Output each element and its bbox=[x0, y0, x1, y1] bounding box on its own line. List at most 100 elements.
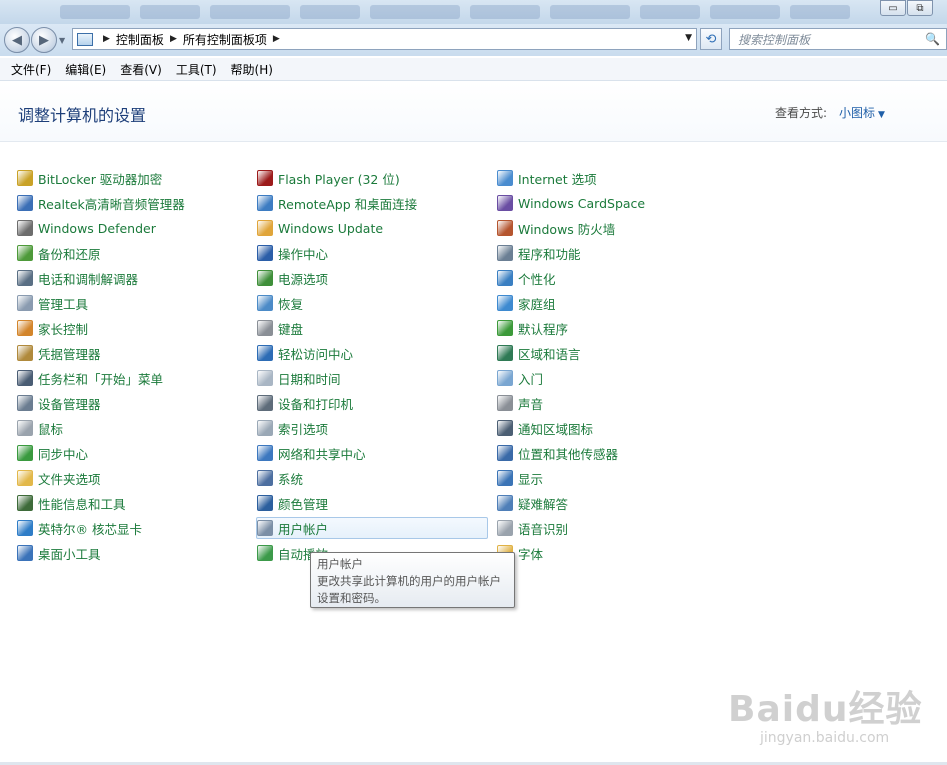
cp-item-flash-player[interactable]: Flash Player (32 位) bbox=[257, 167, 400, 189]
cp-item-indexing[interactable]: 索引选项 bbox=[257, 417, 328, 439]
sync-center-icon bbox=[17, 445, 33, 461]
ease-of-access-icon bbox=[257, 345, 273, 361]
autoplay-icon bbox=[257, 545, 273, 561]
parental-control-icon bbox=[17, 320, 33, 336]
cp-item-notification-area[interactable]: 通知区域图标 bbox=[497, 417, 593, 439]
menu-help[interactable]: 帮助(H) bbox=[224, 61, 280, 78]
cp-item-display[interactable]: 显示 bbox=[497, 467, 543, 489]
cp-item-mouse[interactable]: 鼠标 bbox=[17, 417, 63, 439]
defender-icon bbox=[17, 220, 33, 236]
cp-item-label: 电源选项 bbox=[278, 271, 329, 287]
mouse-icon bbox=[17, 420, 33, 436]
cp-item-ease-of-access[interactable]: 轻松访问中心 bbox=[257, 342, 353, 364]
windows-update-icon bbox=[257, 220, 273, 236]
chevron-down-icon: ▼ bbox=[878, 110, 885, 120]
cp-item-power-options[interactable]: 电源选项 bbox=[257, 267, 328, 289]
realtek-audio-icon bbox=[17, 195, 33, 211]
cp-item-folder-options[interactable]: 文件夹选项 bbox=[17, 467, 101, 489]
cp-item-troubleshooting[interactable]: 疑难解答 bbox=[497, 492, 568, 514]
cp-item-programs-features[interactable]: 程序和功能 bbox=[497, 242, 581, 264]
cp-item-backup[interactable]: 备份和还原 bbox=[17, 242, 101, 264]
cp-item-label: 设备和打印机 bbox=[278, 396, 354, 412]
cp-item-admin-tools[interactable]: 管理工具 bbox=[17, 292, 88, 314]
cp-item-gadgets[interactable]: 桌面小工具 bbox=[17, 542, 101, 564]
cp-item-system[interactable]: 系统 bbox=[257, 467, 303, 489]
cp-item-label: 管理工具 bbox=[38, 296, 89, 312]
cp-item-date-time[interactable]: 日期和时间 bbox=[257, 367, 341, 389]
cp-item-location-sensors[interactable]: 位置和其他传感器 bbox=[497, 442, 618, 464]
cp-item-phone-modem[interactable]: 电话和调制解调器 bbox=[17, 267, 138, 289]
action-center-icon bbox=[257, 245, 273, 261]
cp-item-recovery[interactable]: 恢复 bbox=[257, 292, 303, 314]
cp-item-label: Realtek高清晰音频管理器 bbox=[38, 196, 185, 212]
menu-edit[interactable]: 编辑(E) bbox=[58, 61, 113, 78]
cp-item-intel-graphics[interactable]: 英特尔® 核芯显卡 bbox=[17, 517, 142, 539]
cp-item-user-accounts[interactable]: 用户帐户 bbox=[256, 517, 488, 539]
sound-icon bbox=[497, 395, 513, 411]
cp-item-label: 区域和语言 bbox=[518, 346, 581, 362]
cp-item-color-management[interactable]: 颜色管理 bbox=[257, 492, 328, 514]
cp-item-personalization[interactable]: 个性化 bbox=[497, 267, 556, 289]
search-input[interactable]: 搜索控制面板 🔍 bbox=[729, 28, 947, 50]
breadcrumb-separator-icon[interactable]: ▶ bbox=[103, 34, 110, 44]
device-manager-icon bbox=[17, 395, 33, 411]
cp-item-taskbar[interactable]: 任务栏和「开始」菜单 bbox=[17, 367, 163, 389]
menu-bar: 文件(F) 编辑(E) 查看(V) 工具(T) 帮助(H) bbox=[0, 58, 947, 81]
view-by-dropdown[interactable]: 小图标 ▼ bbox=[839, 104, 885, 121]
cp-item-sound[interactable]: 声音 bbox=[497, 392, 543, 414]
cp-item-label: 英特尔® 核芯显卡 bbox=[38, 521, 142, 537]
menu-file[interactable]: 文件(F) bbox=[4, 61, 58, 78]
cp-item-realtek-audio[interactable]: Realtek高清晰音频管理器 bbox=[17, 192, 185, 214]
watermark-logo: Baidu经验 bbox=[728, 689, 923, 730]
forward-arrow-icon: ▶ bbox=[39, 32, 49, 48]
cp-item-network-sharing[interactable]: 网络和共享中心 bbox=[257, 442, 366, 464]
cp-item-performance[interactable]: 性能信息和工具 bbox=[17, 492, 126, 514]
cp-item-region-language[interactable]: 区域和语言 bbox=[497, 342, 581, 364]
cp-item-label: 位置和其他传感器 bbox=[518, 446, 619, 462]
cp-item-devices-printers[interactable]: 设备和打印机 bbox=[257, 392, 353, 414]
cp-item-parental-control[interactable]: 家长控制 bbox=[17, 317, 88, 339]
address-bar[interactable]: ▶ 控制面板 ▶ 所有控制面板项 ▶ ▼ bbox=[72, 28, 697, 50]
minimize-button[interactable]: ▭ bbox=[880, 0, 906, 16]
cp-item-credential-manager[interactable]: 凭据管理器 bbox=[17, 342, 101, 364]
cp-item-defender[interactable]: Windows Defender bbox=[17, 217, 156, 239]
forward-button[interactable]: ▶ bbox=[31, 27, 57, 53]
cp-item-firewall[interactable]: Windows 防火墙 bbox=[497, 217, 615, 239]
cp-item-label: 网络和共享中心 bbox=[278, 446, 366, 462]
history-dropdown-icon[interactable]: ▼ bbox=[59, 36, 65, 45]
cp-item-sync-center[interactable]: 同步中心 bbox=[17, 442, 88, 464]
cp-item-label: 颜色管理 bbox=[278, 496, 329, 512]
speech-recognition-icon bbox=[497, 520, 513, 536]
menu-tools[interactable]: 工具(T) bbox=[169, 61, 224, 78]
cp-item-label: 家庭组 bbox=[518, 296, 556, 312]
breadcrumb-separator-icon[interactable]: ▶ bbox=[170, 34, 177, 44]
breadcrumb-all-items[interactable]: 所有控制面板项 bbox=[183, 31, 267, 48]
cp-item-getting-started[interactable]: 入门 bbox=[497, 367, 543, 389]
breadcrumb-control-panel[interactable]: 控制面板 bbox=[116, 31, 164, 48]
cp-item-action-center[interactable]: 操作中心 bbox=[257, 242, 328, 264]
cp-item-bitlocker[interactable]: BitLocker 驱动器加密 bbox=[17, 167, 162, 189]
cp-item-device-manager[interactable]: 设备管理器 bbox=[17, 392, 101, 414]
admin-tools-icon bbox=[17, 295, 33, 311]
cp-item-internet-options[interactable]: Internet 选项 bbox=[497, 167, 597, 189]
cp-item-remoteapp[interactable]: RemoteApp 和桌面连接 bbox=[257, 192, 417, 214]
cp-item-homegroup[interactable]: 家庭组 bbox=[497, 292, 556, 314]
search-icon[interactable]: 🔍 bbox=[925, 32, 940, 46]
address-dropdown-icon[interactable]: ▼ bbox=[685, 33, 692, 43]
cp-item-label: 操作中心 bbox=[278, 246, 329, 262]
cp-item-speech-recognition[interactable]: 语音识别 bbox=[497, 517, 568, 539]
cp-item-label: 入门 bbox=[518, 371, 544, 387]
menu-view[interactable]: 查看(V) bbox=[113, 61, 169, 78]
gadgets-icon bbox=[17, 545, 33, 561]
cp-item-label: 桌面小工具 bbox=[38, 546, 101, 562]
taskbar-strip: ▭ ⧉ bbox=[0, 0, 947, 24]
breadcrumb-separator-icon[interactable]: ▶ bbox=[273, 34, 280, 44]
cp-item-cardspace[interactable]: Windows CardSpace bbox=[497, 192, 645, 214]
maximize-button[interactable]: ⧉ bbox=[907, 0, 933, 16]
cp-item-default-programs[interactable]: 默认程序 bbox=[497, 317, 568, 339]
homegroup-icon bbox=[497, 295, 513, 311]
cp-item-keyboard[interactable]: 键盘 bbox=[257, 317, 303, 339]
refresh-button[interactable]: ⟲ bbox=[700, 28, 722, 50]
back-button[interactable]: ◀ bbox=[4, 27, 30, 53]
cp-item-windows-update[interactable]: Windows Update bbox=[257, 217, 383, 239]
